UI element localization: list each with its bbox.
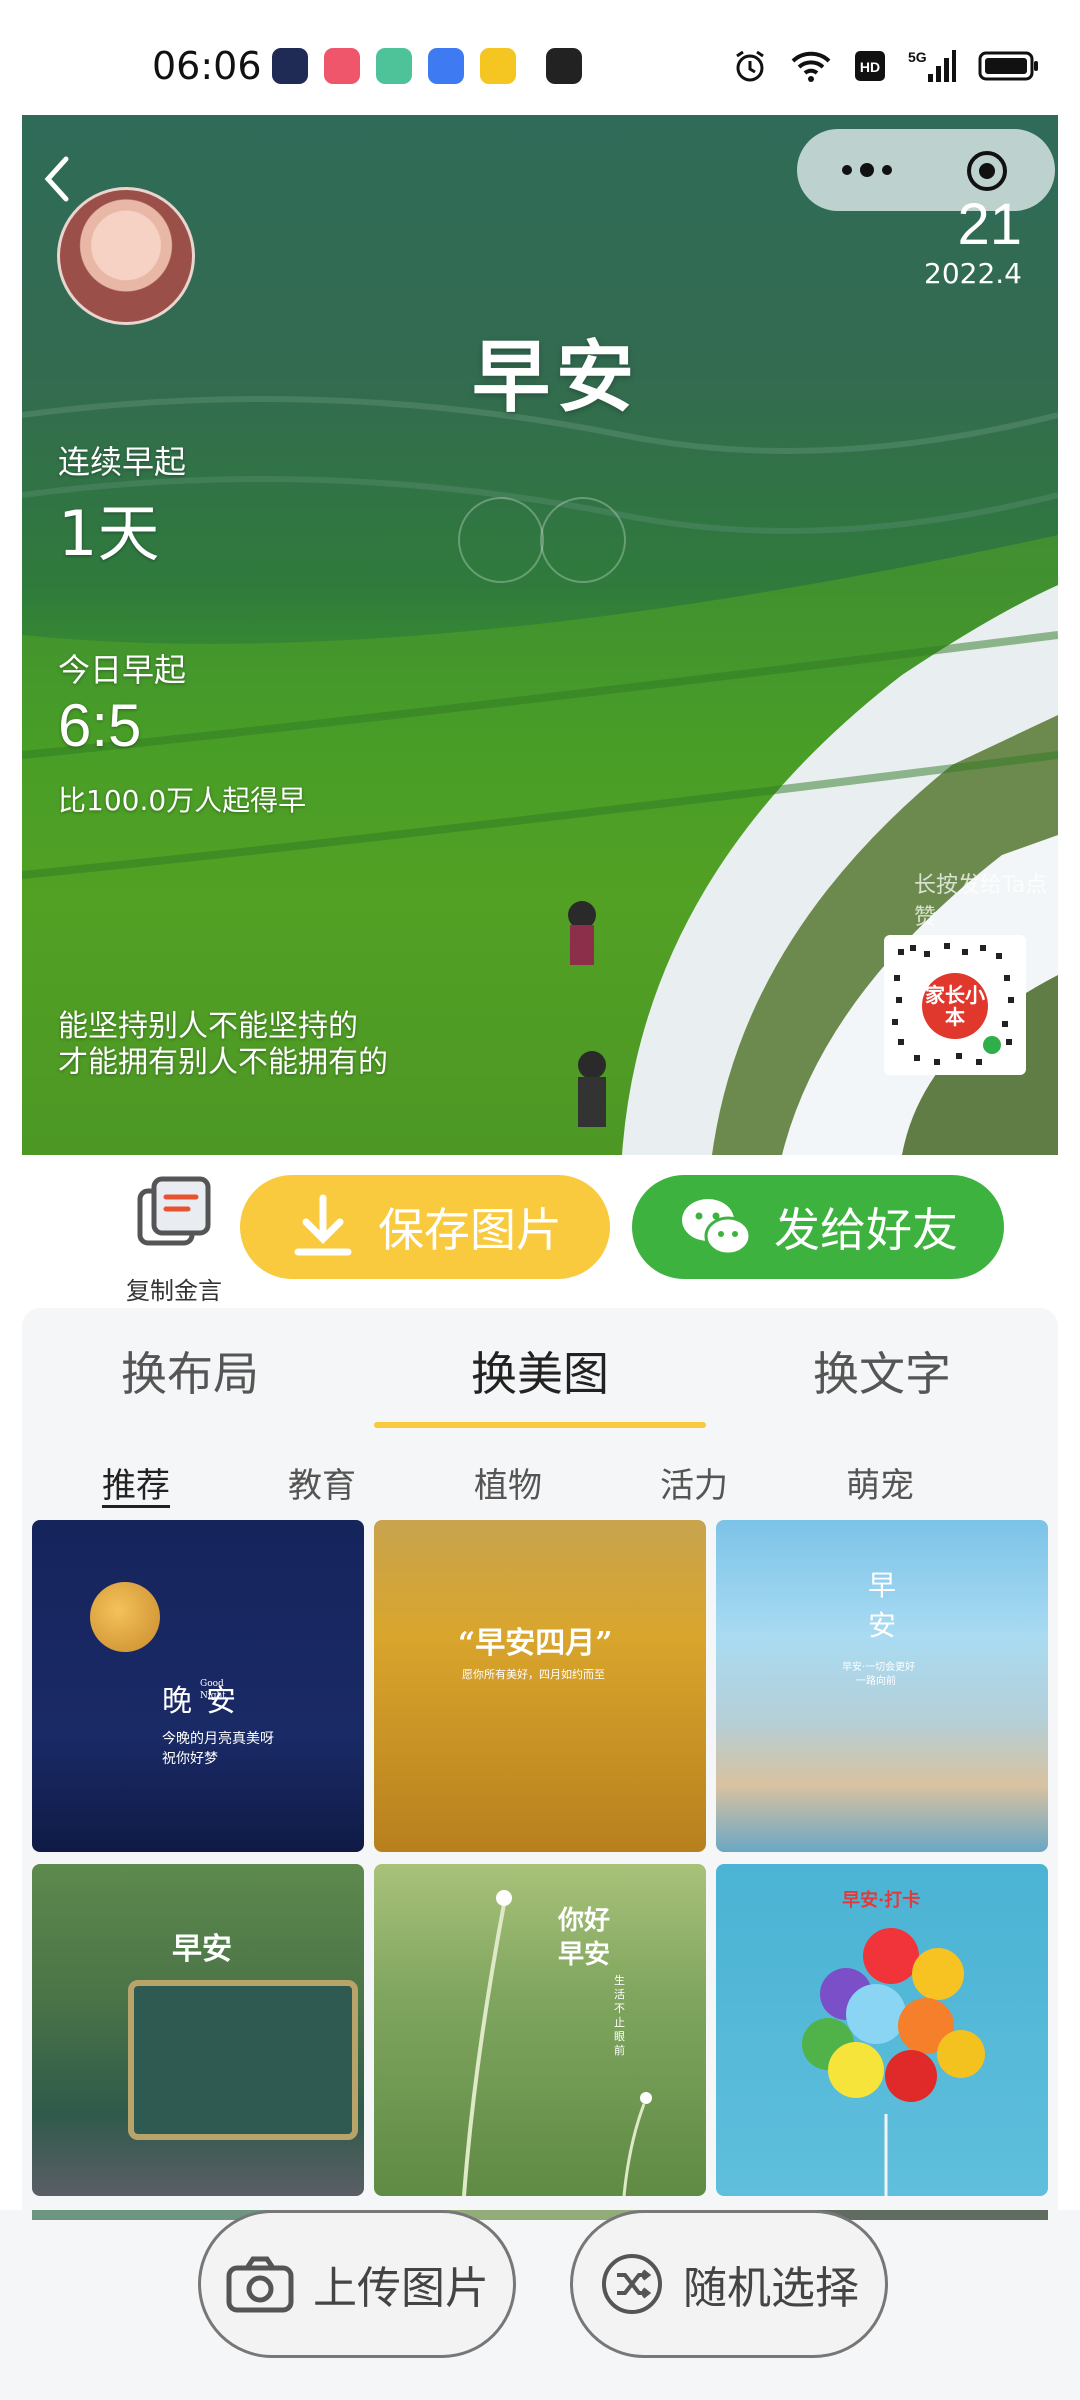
send-to-friend-label: 发给好友: [774, 1203, 958, 1257]
decor-ring: [540, 497, 626, 583]
status-right-icons: HD 5G: [732, 48, 1040, 84]
hd-icon: HD: [855, 51, 885, 81]
category-education[interactable]: 教育: [288, 1458, 356, 1507]
tile-wheat-title: “早安四月”: [458, 1626, 613, 1661]
5g-signal-icon: 5G: [908, 49, 956, 82]
tile-flower-title: 你好早安: [558, 1906, 611, 1970]
tile-night-caption-2: 祝你好梦: [162, 1751, 218, 1767]
tile-wheat-caption: 愿你所有美好，四月如约而至: [462, 1668, 605, 1681]
grid-peek: [32, 2210, 1048, 2220]
copy-quote-button[interactable]: 复制金言: [104, 1173, 224, 1305]
user-avatar[interactable]: [57, 187, 195, 325]
qr-brand-badge: 家长小本: [922, 973, 988, 1039]
decor-ring: [458, 497, 544, 583]
tab-change-text[interactable]: 换文字: [732, 1338, 1032, 1404]
status-time: 06:06: [152, 44, 262, 88]
tab-bar: 换布局 换美图 换文字: [22, 1308, 1058, 1428]
app-notification-icon: [324, 48, 360, 84]
quote-line-2: 才能拥有别人不能拥有的: [58, 1045, 388, 1080]
tab-change-image[interactable]: 换美图: [390, 1338, 690, 1404]
upload-image-label: 上传图片: [313, 2263, 489, 2314]
svg-text:HD: HD: [860, 59, 880, 75]
notification-icons: [272, 48, 582, 84]
random-select-button[interactable]: 随机选择: [570, 2210, 888, 2358]
copy-icon: [137, 1176, 211, 1246]
image-tile-flower[interactable]: 你好早安 生活不止眼前: [374, 1864, 706, 2196]
tile-night-caption-1: 今晚的月亮真美呀: [162, 1731, 274, 1747]
svg-text:5G: 5G: [908, 49, 927, 65]
image-tile-night[interactable]: 晚安 Good Night 今晚的月亮真美呀 祝你好梦: [32, 1520, 364, 1852]
tile-flower-caption: 生活不止眼前: [614, 1974, 625, 2057]
tile-balloon-title: 早安·打卡: [842, 1890, 921, 1911]
image-tile-tram[interactable]: 早安: [32, 1864, 364, 2196]
upload-image-button[interactable]: 上传图片: [198, 2210, 516, 2358]
send-to-friend-button[interactable]: 发给好友: [632, 1175, 1004, 1279]
category-plants[interactable]: 植物: [474, 1458, 542, 1507]
shuffle-icon: [602, 2254, 662, 2314]
app-notification-icon: [480, 48, 516, 84]
app-notification-icon: [428, 48, 464, 84]
random-select-label: 随机选择: [683, 2263, 859, 2314]
battery-icon: [978, 51, 1038, 81]
tile-tram-title: 早安: [172, 1932, 232, 1967]
save-image-button[interactable]: 保存图片: [240, 1175, 610, 1279]
tile-night-small: Good Night: [200, 1679, 226, 1701]
wechat-icon: [682, 1199, 752, 1256]
qr-code[interactable]: 家长小本: [884, 935, 1026, 1075]
action-row: 复制金言 保存图片 发给好友: [0, 1155, 1080, 1305]
status-bar: 06:06 HD 5G: [0, 0, 1080, 115]
alarm-icon: [736, 50, 764, 82]
flower-stem: [462, 1890, 652, 2196]
category-bar: 推荐 教育 植物 活力 萌宠: [22, 1448, 1058, 1508]
category-energy[interactable]: 活力: [660, 1458, 728, 1507]
date-year-month: 2022.4: [924, 257, 1022, 290]
card-title: 早安: [472, 332, 641, 423]
bottom-action-bar: 上传图片 随机选择: [0, 2210, 1080, 2400]
image-tile-wheat[interactable]: “早安四月” 愿你所有美好，四月如约而至: [374, 1520, 706, 1852]
morning-card: 21 2022.4 早安 连续早起 1天 今日早起 6:5 比100.0万人起得…: [22, 115, 1058, 1155]
category-recommended[interactable]: 推荐: [102, 1458, 170, 1507]
streak-label: 连续早起: [58, 443, 187, 481]
app-notification-icon: [376, 48, 412, 84]
date-day: 21: [957, 192, 1022, 257]
back-arrow-icon[interactable]: [38, 151, 78, 207]
image-tile-town[interactable]: 早安 早安·一切会更好 一路向前: [716, 1520, 1048, 1852]
send-hint: 长按发给Ta点赞: [914, 873, 1048, 930]
tab-change-layout[interactable]: 换布局: [40, 1338, 340, 1404]
streak-value: 1天: [58, 497, 160, 570]
more-notifications-dot: [546, 48, 582, 84]
today-label: 今日早起: [58, 651, 187, 689]
more-options-icon[interactable]: [837, 157, 897, 183]
category-pets[interactable]: 萌宠: [846, 1458, 914, 1507]
app-notification-icon: [272, 48, 308, 84]
save-image-label: 保存图片: [378, 1203, 562, 1257]
tile-town-caption-2: 一路向前: [856, 1676, 896, 1687]
image-tile-balloons[interactable]: 早安·打卡: [716, 1864, 1048, 2196]
balloons: [802, 1928, 985, 2196]
download-icon: [294, 1194, 352, 1256]
tram: [128, 1980, 358, 2140]
tile-town-caption-1: 早安·一切会更好: [842, 1662, 916, 1673]
wifi-icon: [791, 51, 831, 82]
tile-town-title: 早安: [868, 1569, 897, 1642]
moon: [90, 1582, 160, 1652]
camera-icon: [226, 2256, 294, 2313]
close-miniprogram-icon[interactable]: [965, 149, 1009, 193]
copy-quote-label: 复制金言: [126, 1277, 222, 1305]
active-tab-indicator: [374, 1422, 706, 1428]
today-time: 6:5: [58, 692, 142, 759]
compare-text: 比100.0万人起得早: [58, 784, 307, 817]
